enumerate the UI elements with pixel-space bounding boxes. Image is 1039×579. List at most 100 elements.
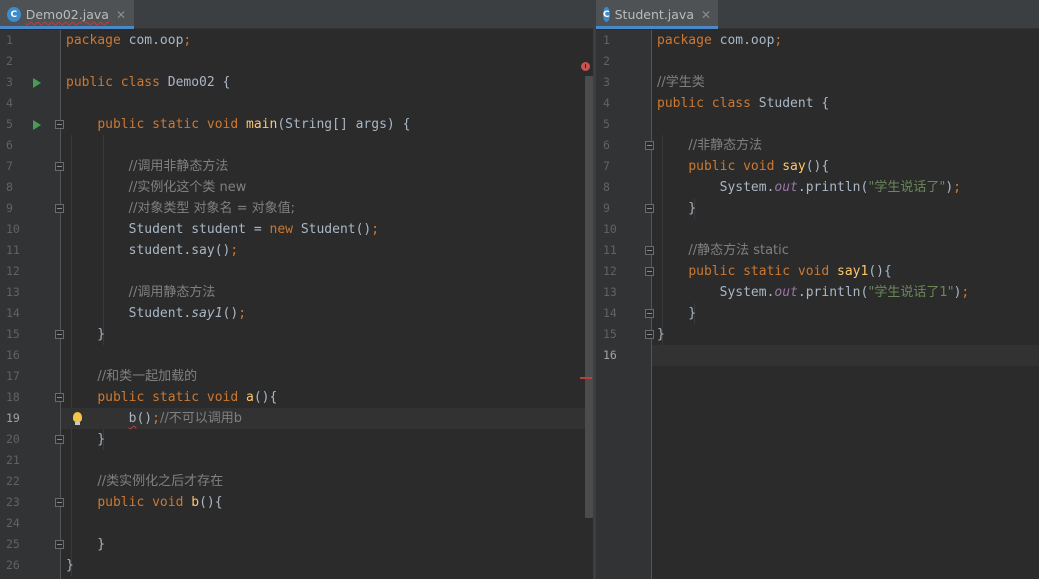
code-token: (){ <box>805 159 830 174</box>
code-line[interactable] <box>652 51 1039 72</box>
code-line[interactable] <box>61 261 593 282</box>
code-line[interactable] <box>652 345 1039 366</box>
code-area[interactable]: package com.oop; public class Demo02 { pu… <box>61 30 593 579</box>
line-number: 26 <box>6 558 20 572</box>
code-token: public static void <box>97 117 247 132</box>
run-gutter-icon[interactable] <box>33 120 41 130</box>
code-line[interactable] <box>61 51 593 72</box>
code-token: com.oop <box>719 33 775 48</box>
code-line[interactable]: //类实例化之后才存在 <box>61 471 593 492</box>
close-icon[interactable]: ✕ <box>116 8 126 22</box>
code-token: public static void <box>688 264 838 279</box>
tab-student[interactable]: C Student.java ✕ <box>596 0 718 29</box>
line-number: 1 <box>6 33 13 47</box>
vertical-scrollbar[interactable] <box>585 76 593 518</box>
code-area[interactable]: package com.oop; //学生类 public class Studen… <box>652 30 1039 579</box>
line-number: 22 <box>6 474 20 488</box>
code-line[interactable]: } <box>61 429 593 450</box>
code-token: //静态方法 static <box>688 243 789 258</box>
line-number: 7 <box>603 159 610 173</box>
gutter-row: 11 <box>596 240 654 261</box>
code-line[interactable] <box>61 513 593 534</box>
code-token: out <box>774 285 798 300</box>
line-number: 14 <box>6 306 20 320</box>
code-line[interactable] <box>652 219 1039 240</box>
code-line[interactable]: } <box>652 324 1039 345</box>
code-token: } <box>657 201 697 216</box>
gutter-row: 20 <box>0 429 64 450</box>
line-number: 3 <box>603 75 610 89</box>
error-indicator-icon[interactable] <box>581 62 590 71</box>
intention-bulb-icon[interactable] <box>73 412 82 425</box>
code-line[interactable] <box>61 450 593 471</box>
gutter-row: 7 <box>596 156 651 177</box>
code-line[interactable]: public class Demo02 { <box>61 72 593 93</box>
code-line[interactable] <box>61 135 593 156</box>
code-line[interactable]: public static void a(){ <box>61 387 593 408</box>
code-line[interactable]: public static void say1(){ <box>652 261 1039 282</box>
code-line[interactable]: } <box>652 303 1039 324</box>
code-line[interactable]: package com.oop; <box>652 30 1039 51</box>
code-token: //学生类 <box>657 75 705 90</box>
gutter-row: 15 <box>0 324 64 345</box>
code-token: } <box>66 537 106 552</box>
code-line[interactable]: //调用静态方法 <box>61 282 593 303</box>
code-line[interactable]: System.out.println("学生说话了1"); <box>652 282 1039 303</box>
code-line[interactable]: public class Student { <box>652 93 1039 114</box>
tab-demo02[interactable]: C Demo02.java ✕ <box>0 0 134 29</box>
tab-filename: Demo02.java <box>25 7 109 22</box>
run-gutter-icon[interactable] <box>33 78 41 88</box>
code-line[interactable]: public void b(){ <box>61 492 593 513</box>
code-line[interactable]: //调用非静态方法 <box>61 156 593 177</box>
code-line[interactable]: b();//不可以调用b <box>61 408 593 429</box>
code-line[interactable]: System.out.println("学生说话了"); <box>652 177 1039 198</box>
right-code-editor[interactable]: 1 2 3 4 5 6 7 8 9 10 11 12 13 14 15 16 package com.oop;… <box>596 30 1039 579</box>
line-number: 16 <box>603 348 617 362</box>
code-line[interactable]: } <box>61 324 593 345</box>
code-line[interactable]: //学生类 <box>652 72 1039 93</box>
gutter-row: 10 <box>596 219 651 240</box>
code-line[interactable]: student.say(); <box>61 240 593 261</box>
error-stripe-mark[interactable] <box>580 377 592 379</box>
gutter-row: 10 <box>0 219 60 240</box>
line-number: 12 <box>6 264 20 278</box>
code-line[interactable]: Student.say1(); <box>61 303 593 324</box>
line-number: 5 <box>6 117 13 131</box>
code-line[interactable] <box>61 345 593 366</box>
code-line[interactable]: } <box>652 198 1039 219</box>
code-line[interactable]: //对象类型 对象名 = 对象值; <box>61 198 593 219</box>
code-line[interactable]: //实例化这个类 new <box>61 177 593 198</box>
code-line[interactable]: } <box>61 555 593 576</box>
code-line[interactable]: Student student = new Student(); <box>61 219 593 240</box>
gutter-row: 23 <box>0 492 64 513</box>
code-line[interactable] <box>652 114 1039 135</box>
code-token: ; <box>953 180 961 195</box>
code-token: Student. <box>66 306 192 321</box>
code-token: //和类一起加载的 <box>97 369 198 384</box>
code-line[interactable]: package com.oop; <box>61 30 593 51</box>
code-token: public static void <box>97 390 247 405</box>
class-icon: C <box>603 7 610 22</box>
left-code-editor[interactable]: 1 2 3 4 5 6 7 8 9 10 11 12 13 14 15 16 17 18 19 20 21 22 23 24 2… <box>0 30 593 579</box>
code-token: //调用静态方法 <box>128 285 216 300</box>
gutter-row: 24 <box>0 513 60 534</box>
code-line[interactable]: //和类一起加载的 <box>61 366 593 387</box>
code-line[interactable]: } <box>61 534 593 555</box>
code-line[interactable]: //静态方法 static <box>652 240 1039 261</box>
code-line[interactable]: public static void main(String[] args) { <box>61 114 593 135</box>
close-icon[interactable]: ✕ <box>701 8 711 22</box>
code-line[interactable]: //非静态方法 <box>652 135 1039 156</box>
code-token: com.oop <box>128 33 184 48</box>
code-token: Student() <box>300 222 372 237</box>
code-token: say1 <box>191 306 223 321</box>
code-line[interactable] <box>61 93 593 114</box>
line-number: 13 <box>603 285 617 299</box>
code-token: } <box>657 327 665 342</box>
code-line[interactable]: public void say(){ <box>652 156 1039 177</box>
